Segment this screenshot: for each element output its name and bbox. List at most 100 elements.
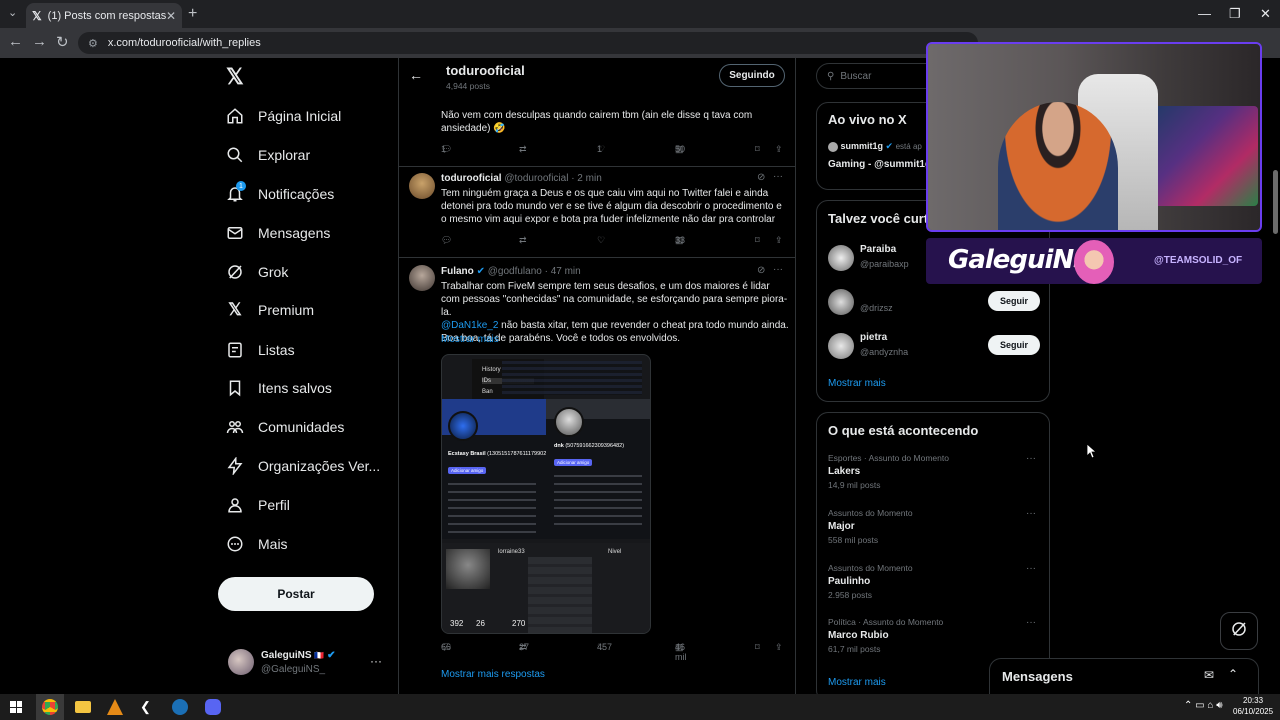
expand-icon[interactable]: ⌃ — [1228, 667, 1238, 681]
nav-more[interactable]: Mais — [226, 531, 288, 557]
grok-icon — [226, 263, 244, 281]
clock-date[interactable]: 06/10/2025 — [1233, 707, 1273, 716]
views-button[interactable]: ▥ 50 — [675, 144, 685, 154]
file-explorer-icon[interactable] — [75, 701, 91, 713]
nav-messages[interactable]: Mensagens — [226, 220, 330, 246]
person-icon — [226, 496, 244, 514]
nav-explore[interactable]: Explorar — [226, 142, 310, 168]
forward-icon[interactable]: → — [32, 33, 47, 50]
x-logo-icon[interactable]: 𝕏 — [226, 64, 244, 90]
search-icon: ⚲ — [827, 70, 835, 82]
app-icon[interactable]: ❮ — [140, 699, 156, 715]
views-button[interactable]: ▥ 46 mil — [675, 642, 687, 662]
post-button[interactable]: Postar — [218, 577, 374, 611]
tweet-handle[interactable]: @todurooficial · 2 min — [504, 173, 601, 184]
minimize-icon[interactable]: — — [1198, 6, 1211, 21]
trend-count: 14,9 mil posts — [828, 480, 881, 490]
add-friend-button: Adicionar amigo — [448, 467, 487, 474]
tweet-text-part: Trabalhar com FiveM sempre tem seus desa… — [441, 281, 788, 318]
nav-premium[interactable]: 𝕏 Premium — [226, 297, 314, 323]
trend-item[interactable]: Assuntos do Momento Major 558 mil posts … — [828, 508, 1040, 552]
player-image — [446, 549, 490, 589]
scrollbar[interactable] — [1270, 58, 1280, 694]
live-host[interactable]: summit1g — [841, 141, 884, 151]
scrollbar-thumb[interactable] — [1273, 170, 1278, 234]
more-options-icon[interactable]: ··· — [1026, 563, 1036, 574]
more-options-icon[interactable]: ··· — [370, 654, 382, 668]
show-more-link[interactable]: Mostrar mais — [441, 334, 499, 345]
back-arrow-icon[interactable]: ← — [409, 67, 423, 83]
messages-drawer[interactable]: Mensagens ✉ ⌃ — [989, 658, 1259, 694]
nav-more-label: Mais — [258, 536, 288, 552]
nav-profile[interactable]: Perfil — [226, 492, 290, 518]
nav-notifications[interactable]: 1 Notificações — [226, 181, 334, 207]
trend-item[interactable]: Política · Assunto do Momento Marco Rubi… — [828, 617, 1040, 661]
tweet-author[interactable]: todurooficial — [441, 173, 502, 184]
more-options-icon[interactable]: ··· — [773, 171, 783, 182]
nav-bookmarks[interactable]: Itens salvos — [226, 375, 332, 401]
trend-item[interactable]: Assuntos do Momento Paulinho 2.958 posts… — [828, 563, 1040, 607]
url-input[interactable]: ⚙ x.com/todurooficial/with_replies — [78, 32, 978, 54]
tweet-handle[interactable]: @godfulano · 47 min — [488, 266, 581, 277]
grok-icon[interactable]: ⊘ — [757, 265, 765, 276]
grok-icon[interactable]: ⊘ — [757, 172, 765, 183]
tray-icons[interactable]: ⌃ ▭ ⌂ 🔊︎ — [1184, 700, 1223, 711]
nav-home[interactable]: Página Inicial — [226, 103, 341, 129]
mention-link[interactable]: @DaN1ke_2 — [441, 320, 498, 331]
like-button[interactable]: ♡ 1 — [597, 144, 605, 154]
trend-name: Major — [828, 521, 855, 532]
restore-icon[interactable]: ❐ — [1229, 6, 1241, 22]
steam-icon[interactable] — [172, 699, 188, 715]
tab-search-icon[interactable]: ⌄ — [8, 6, 17, 19]
nav-communities[interactable]: Comunidades — [226, 414, 344, 440]
site-info-icon[interactable]: ⚙ — [88, 37, 98, 50]
tweet-author[interactable]: Fulano — [441, 266, 474, 277]
more-options-icon[interactable]: ··· — [1026, 453, 1036, 464]
tab-bar: ⌄ 𝕏 (1) Posts com respostas de todu ✕ + … — [0, 0, 1280, 28]
tweet-image[interactable]: History IDs Ban Ecstasy Brasil (13051517… — [441, 354, 651, 634]
account-switcher[interactable]: GaleguiNS 🇫🇷 ✔ @GaleguiNS_ ··· — [228, 649, 388, 679]
user-suggestion[interactable]: pietra @andyznha Seguir — [828, 331, 1040, 363]
reload-icon[interactable]: ↻ — [56, 33, 69, 51]
tab-close-icon[interactable]: ✕ — [166, 9, 176, 23]
more-options-icon[interactable]: ··· — [773, 264, 783, 275]
discord-icon[interactable] — [205, 699, 221, 715]
show-more-link[interactable]: Mostrar mais — [828, 378, 886, 389]
like-button[interactable]: ♡ 457 — [597, 642, 612, 652]
clock-time[interactable]: 20:33 — [1243, 696, 1263, 705]
timeline: ← todurooficial 4,944 posts Seguindo Não… — [398, 58, 796, 694]
following-button[interactable]: Seguindo — [719, 64, 785, 87]
reply-button[interactable]: 💬︎ 66 — [441, 642, 452, 652]
more-options-icon[interactable]: ··· — [1026, 617, 1036, 628]
follow-button[interactable]: Seguir — [988, 291, 1040, 311]
close-window-icon[interactable]: ✕ — [1260, 6, 1271, 22]
views-button[interactable]: ▥ 33 — [675, 235, 685, 245]
nav-lists[interactable]: Listas — [226, 337, 295, 363]
grok-floating-button[interactable] — [1220, 612, 1258, 650]
posts-count: 4,944 posts — [446, 81, 490, 91]
bookmark-icon: ⌑ — [755, 144, 760, 154]
nav-grok[interactable]: Grok — [226, 259, 288, 285]
show-more-link[interactable]: Mostrar mais — [828, 677, 886, 688]
reply-button[interactable]: 💬︎ 1 — [441, 144, 452, 154]
profile-name: Ecstasy Brasil — [448, 451, 486, 457]
retweet-count: 27 — [519, 642, 530, 652]
follow-button[interactable]: Seguir — [988, 335, 1040, 355]
flag-icon: 🇫🇷 — [314, 651, 325, 660]
back-icon[interactable]: ← — [8, 33, 23, 50]
browser-tab[interactable]: 𝕏 (1) Posts com respostas de todu ✕ — [26, 3, 182, 28]
live-stream-title[interactable]: Gaming - @summit1g — [828, 159, 931, 170]
nav-verified-orgs[interactable]: Organizações Ver... — [226, 453, 380, 479]
trend-item[interactable]: Esportes · Assunto do Momento Lakers 14,… — [828, 453, 1040, 497]
stream-banner: GaleguiNS @TEAMSOLID_OF — [926, 238, 1262, 284]
show-more-replies-link[interactable]: Mostrar mais respostas — [441, 669, 545, 680]
tweet-text: Tem ninguém graça a Deus e os que caiu v… — [441, 188, 782, 225]
user-suggestion[interactable]: @drizsz Seguir — [828, 287, 1040, 319]
more-options-icon[interactable]: ··· — [1026, 508, 1036, 519]
windows-start-icon[interactable] — [10, 701, 22, 713]
share-icon: ⇪ — [775, 144, 783, 154]
new-message-icon[interactable]: ✉ — [1204, 668, 1214, 682]
bolt-icon — [226, 457, 244, 475]
retweet-button[interactable]: ⇄ 27 — [519, 642, 529, 652]
new-tab-icon[interactable]: + — [188, 5, 197, 23]
